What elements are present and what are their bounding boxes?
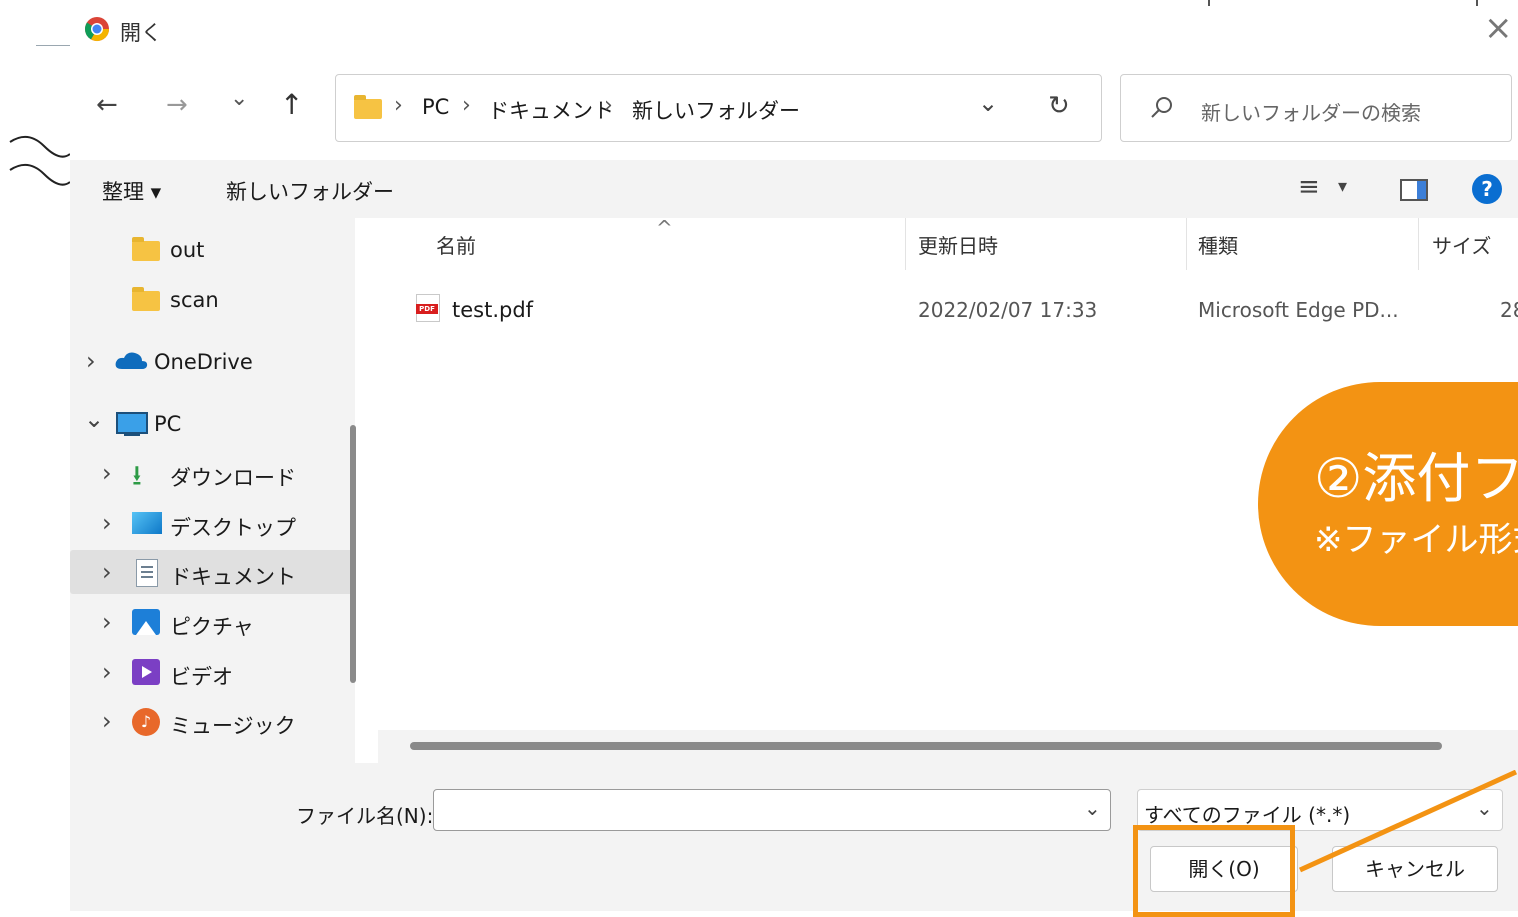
new-folder-button[interactable]: 新しいフォルダー bbox=[226, 176, 394, 206]
breadcrumb-pc[interactable]: PC bbox=[422, 95, 449, 119]
address-bar[interactable]: › PC › ドキュメント › 新しいフォルダー ⌄ ↻ bbox=[335, 74, 1102, 142]
folder-icon bbox=[354, 95, 382, 119]
sidebar-item-label: ドキュメント bbox=[170, 565, 296, 589]
file-size: 28 bbox=[1500, 298, 1518, 322]
sidebar-item-label: scan bbox=[170, 288, 219, 312]
filename-input[interactable]: ⌄ bbox=[433, 789, 1111, 831]
cloud-icon bbox=[115, 352, 148, 369]
file-name: test.pdf bbox=[452, 298, 534, 322]
sidebar-item-label: デスクトップ bbox=[170, 516, 296, 540]
sidebar-item-label: PC bbox=[154, 412, 182, 436]
navigation-pane-scrollbar[interactable] bbox=[350, 425, 356, 683]
background-line bbox=[36, 45, 70, 46]
breadcrumb-separator: › bbox=[604, 93, 613, 118]
chevron-down-icon[interactable]: ⌄ bbox=[978, 89, 998, 117]
navigation-pane: out scan › OneDrive ⌄ PC › ⭳ ダウンロード › デス… bbox=[70, 218, 355, 763]
help-icon-glyph: ? bbox=[1481, 177, 1493, 201]
file-list: ^ 名前 更新日時 種類 サイズ PDF test.pdf 2022/02/07… bbox=[378, 218, 1518, 763]
organize-button[interactable]: 整理 ▾ bbox=[102, 176, 161, 206]
sidebar-item-documents[interactable]: › ドキュメント bbox=[70, 550, 355, 594]
pictures-icon bbox=[132, 609, 160, 635]
video-icon bbox=[132, 659, 160, 685]
breadcrumb-documents[interactable]: ドキュメント bbox=[488, 95, 614, 125]
search-input[interactable]: 新しいフォルダーの検索 bbox=[1201, 97, 1421, 126]
column-header-size[interactable]: サイズ bbox=[1432, 230, 1491, 259]
sidebar-item-label: ビデオ bbox=[170, 665, 233, 689]
callout-bubble: ②添付ファ ※ファイル形式 bbox=[1258, 382, 1518, 626]
filename-label: ファイル名(N): bbox=[296, 804, 434, 828]
recent-locations-icon[interactable]: ⌄ bbox=[230, 86, 248, 111]
callout-note: ※ファイル形式 bbox=[1314, 520, 1518, 560]
breadcrumb-separator: › bbox=[462, 93, 471, 118]
close-icon[interactable]: × bbox=[1484, 8, 1513, 48]
chevron-right-icon[interactable]: › bbox=[86, 347, 96, 375]
column-header-modified[interactable]: 更新日時 bbox=[918, 230, 998, 259]
music-icon: ♪ bbox=[132, 708, 160, 736]
search-box[interactable]: 新しいフォルダーの検索 bbox=[1120, 74, 1512, 142]
callout-connector-line bbox=[1298, 770, 1518, 873]
back-icon[interactable]: ← bbox=[96, 90, 118, 120]
view-options-icon[interactable]: ≡ bbox=[1298, 172, 1320, 202]
refresh-icon[interactable]: ↻ bbox=[1048, 91, 1070, 121]
chrome-icon bbox=[85, 17, 109, 42]
sidebar-item-onedrive[interactable]: › OneDrive bbox=[70, 339, 355, 383]
sidebar-item-desktop[interactable]: › デスクトップ bbox=[70, 501, 355, 545]
chevron-down-icon[interactable]: ⌄ bbox=[84, 405, 104, 433]
column-divider bbox=[1186, 218, 1187, 270]
preview-pane-icon[interactable] bbox=[1400, 179, 1428, 201]
sidebar-item-label: ダウンロード bbox=[170, 466, 296, 490]
folder-icon bbox=[132, 287, 160, 311]
navigation-bar: ← → ⌄ ↑ › PC › ドキュメント › 新しいフォルダー ⌄ ↻ 新しい… bbox=[70, 60, 1518, 158]
sidebar-item-downloads[interactable]: › ⭳ ダウンロード bbox=[70, 451, 355, 495]
chevron-right-icon[interactable]: › bbox=[102, 608, 112, 636]
sort-ascending-icon: ^ bbox=[656, 218, 673, 240]
chevron-down-icon[interactable]: ⌄ bbox=[1084, 796, 1101, 820]
partial-background-element bbox=[1208, 0, 1478, 6]
monitor-stand bbox=[124, 433, 140, 436]
sidebar-item-label: OneDrive bbox=[154, 350, 253, 374]
open-button-highlight bbox=[1133, 825, 1295, 917]
monitor-icon bbox=[116, 412, 148, 434]
up-icon[interactable]: ↑ bbox=[280, 88, 303, 121]
breadcrumb-separator: › bbox=[394, 93, 403, 118]
chevron-right-icon[interactable]: › bbox=[102, 459, 112, 487]
breadcrumb-new-folder[interactable]: 新しいフォルダー bbox=[632, 95, 800, 125]
help-icon[interactable]: ? bbox=[1472, 174, 1502, 204]
chevron-right-icon[interactable]: › bbox=[102, 558, 112, 586]
pdf-file-icon: PDF bbox=[416, 294, 440, 322]
background-wave-decoration bbox=[9, 135, 71, 186]
sidebar-item-label: out bbox=[170, 238, 205, 262]
sidebar-item-label: ピクチャ bbox=[170, 615, 254, 639]
sidebar-item-scan[interactable]: scan bbox=[70, 277, 355, 321]
chevron-right-icon[interactable]: › bbox=[102, 658, 112, 686]
column-divider bbox=[1418, 218, 1419, 270]
column-header-type[interactable]: 種類 bbox=[1198, 230, 1238, 259]
table-row[interactable]: PDF test.pdf 2022/02/07 17:33 Microsoft … bbox=[408, 288, 1518, 332]
chevron-right-icon[interactable]: › bbox=[102, 509, 112, 537]
desktop-icon bbox=[132, 512, 162, 534]
callout-title: ②添付ファ bbox=[1314, 447, 1518, 510]
view-options-caret-icon[interactable]: ▾ bbox=[1338, 176, 1347, 197]
sidebar-item-out[interactable]: out bbox=[70, 227, 355, 271]
horizontal-scrollbar-thumb[interactable] bbox=[410, 742, 1442, 750]
forward-icon[interactable]: → bbox=[166, 90, 188, 120]
sidebar-item-pc[interactable]: ⌄ PC bbox=[70, 401, 355, 445]
document-icon bbox=[136, 559, 158, 587]
title-bar: 開く × bbox=[70, 0, 1518, 60]
sidebar-item-pictures[interactable]: › ピクチャ bbox=[70, 600, 355, 644]
column-divider bbox=[905, 218, 906, 270]
horizontal-scrollbar[interactable] bbox=[378, 730, 1518, 763]
file-modified: 2022/02/07 17:33 bbox=[918, 298, 1098, 322]
file-type: Microsoft Edge PD... bbox=[1198, 298, 1399, 322]
sidebar-item-music[interactable]: › ♪ ミュージック bbox=[70, 699, 355, 743]
sidebar-item-label: ミュージック bbox=[170, 714, 296, 738]
download-icon: ⭳ bbox=[132, 459, 142, 492]
command-bar: 整理 ▾ 新しいフォルダー ≡ ▾ ? bbox=[70, 160, 1518, 218]
folder-icon bbox=[132, 237, 160, 261]
dialog-title: 開く bbox=[120, 21, 162, 45]
search-icon bbox=[1151, 97, 1172, 118]
chevron-right-icon[interactable]: › bbox=[102, 707, 112, 735]
column-header-name[interactable]: 名前 bbox=[436, 230, 476, 259]
sidebar-item-videos[interactable]: › ビデオ bbox=[70, 650, 355, 694]
